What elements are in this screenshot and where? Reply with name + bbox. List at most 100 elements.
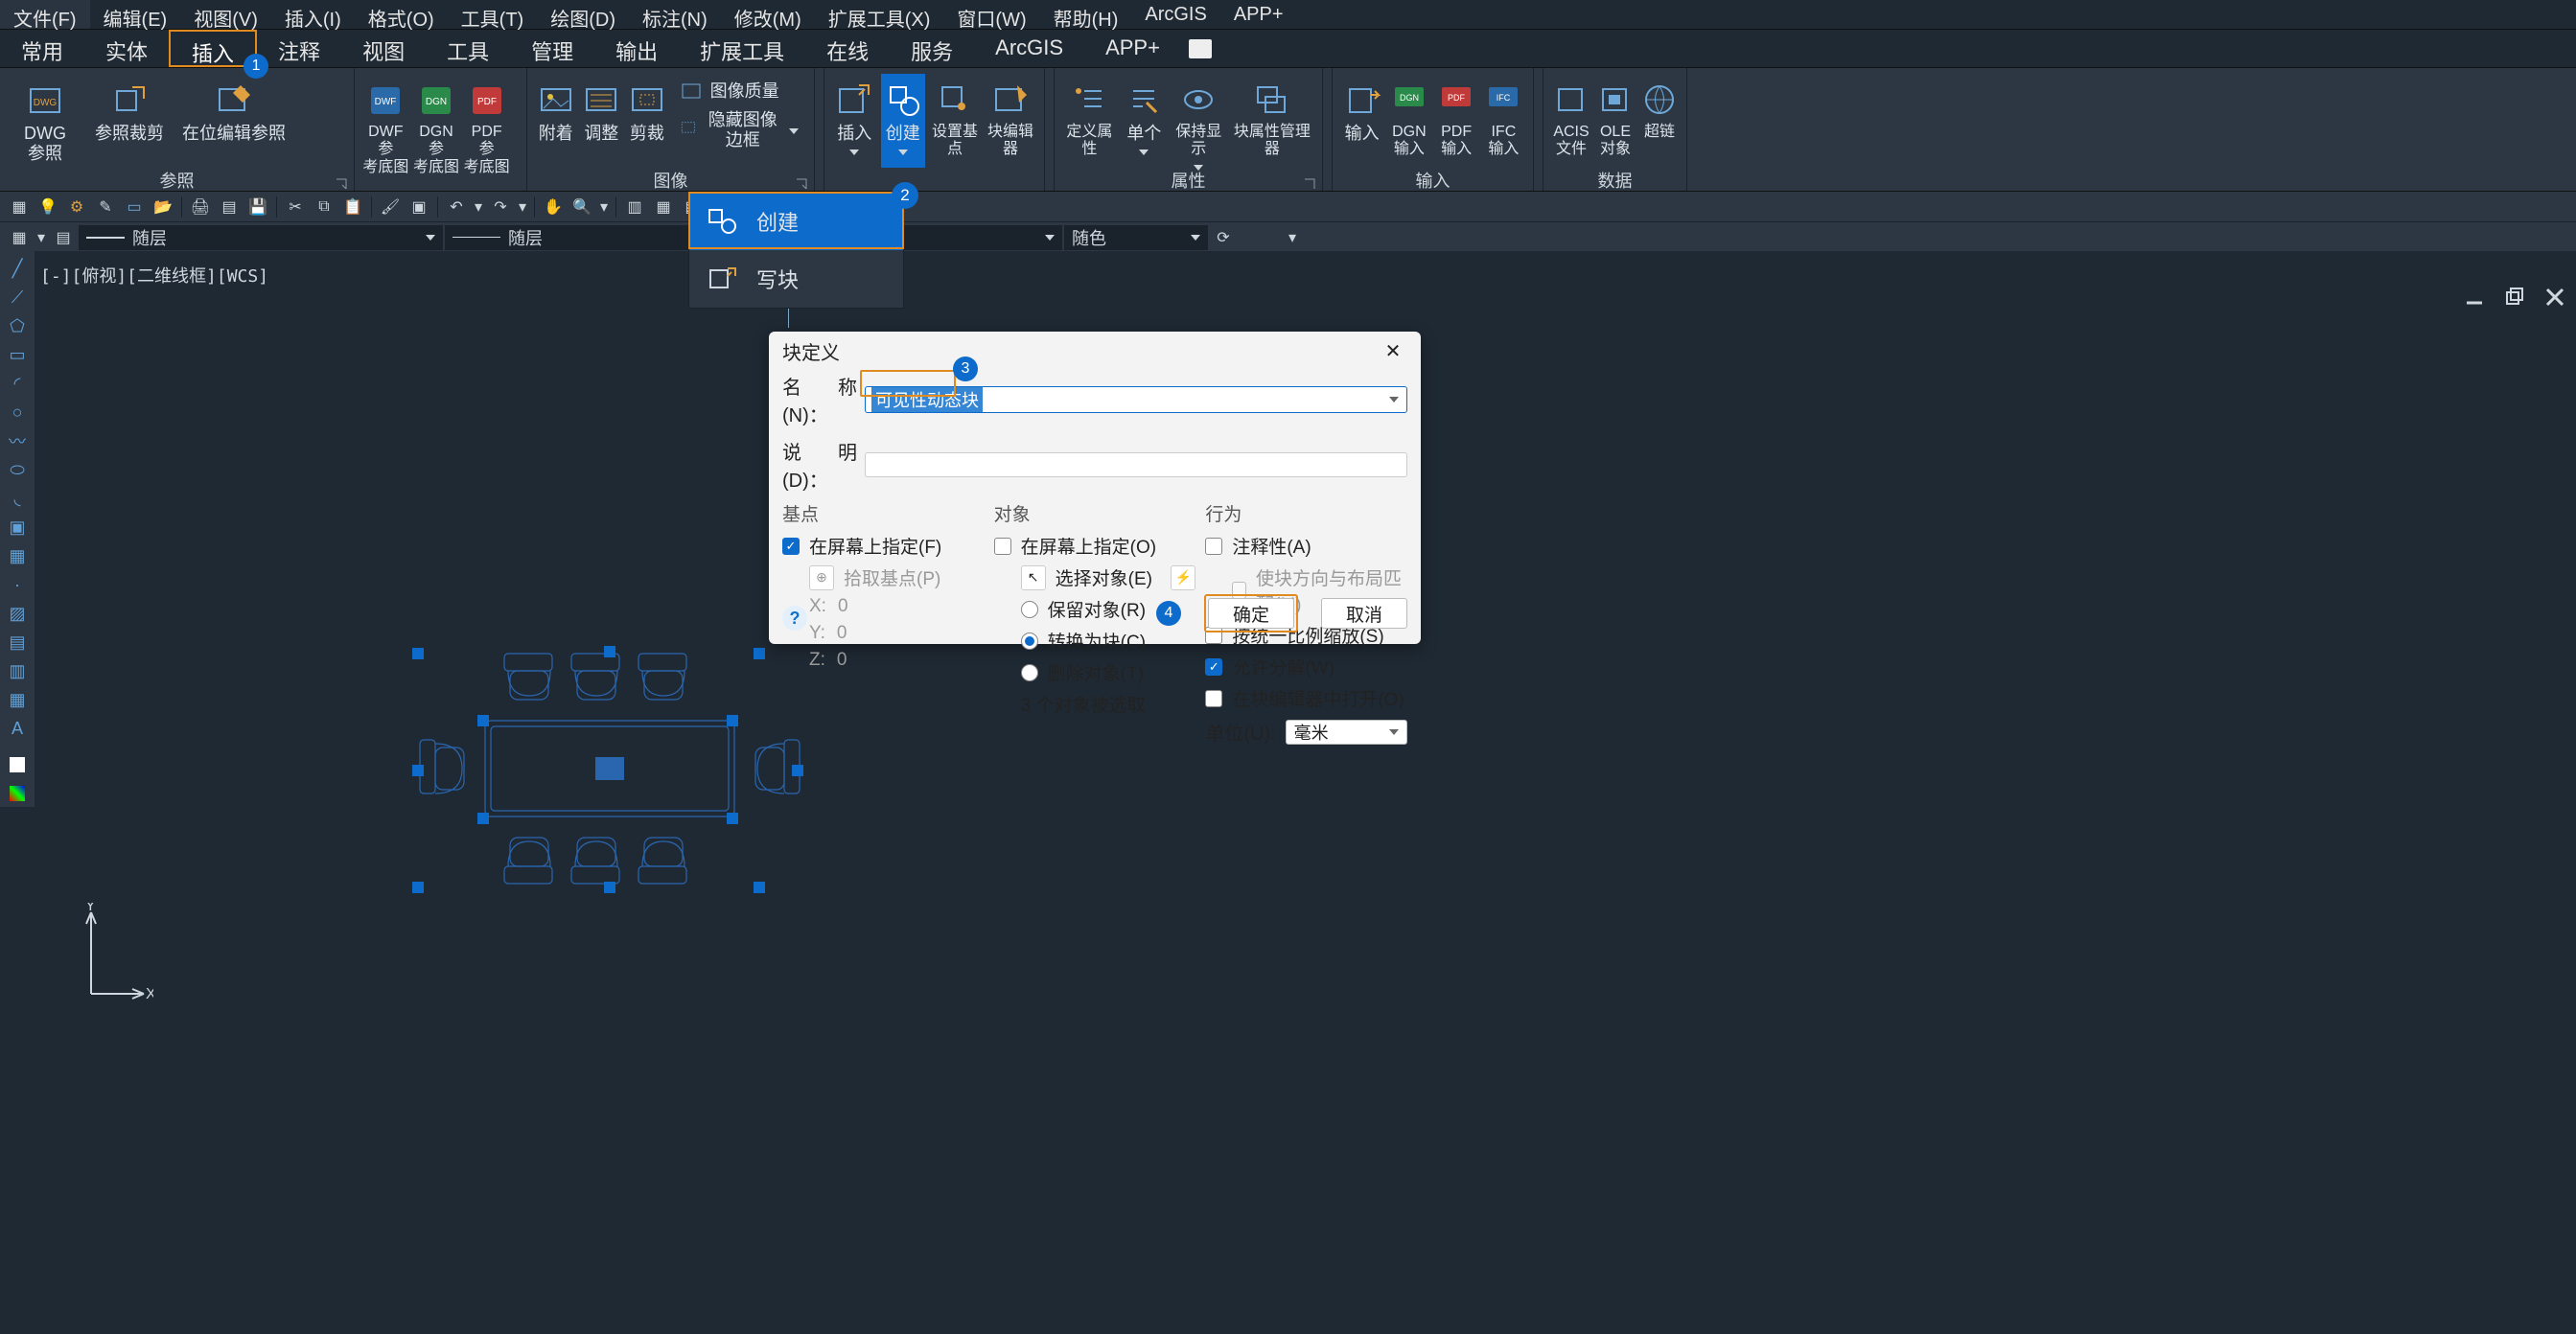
btn-clip-ref[interactable]: 参照裁剪 [86, 74, 173, 168]
qat-undo-caret[interactable]: ▾ [472, 195, 485, 219]
selection-grip[interactable] [727, 813, 738, 824]
help-icon[interactable]: ? [782, 606, 807, 631]
checkbox-allow-explode[interactable] [1205, 658, 1222, 676]
layer-caret[interactable]: ▾ [35, 225, 48, 250]
menu-draw[interactable]: 绘图(D) [537, 0, 629, 29]
dropdown-item-wblock[interactable]: 写块 [689, 250, 903, 308]
layer-ext2-icon[interactable]: ▾ [1279, 225, 1306, 250]
menu-arcgis[interactable]: ArcGIS [1131, 0, 1219, 29]
radio-retain[interactable] [1021, 601, 1038, 618]
tab-home[interactable]: 常用 [0, 30, 84, 67]
tool-swatch1[interactable] [3, 751, 32, 778]
qat-new-icon[interactable]: ▦ [6, 195, 33, 219]
block-name-combo[interactable]: 可见性动态块 [865, 386, 1407, 413]
checkbox-annotative[interactable] [1205, 538, 1222, 555]
tool-insert-icon[interactable]: ▣ [3, 514, 32, 540]
panel-expand-icon[interactable] [335, 175, 348, 189]
menu-help[interactable]: 帮助(H) [1040, 0, 1132, 29]
radio-convert[interactable] [1021, 632, 1038, 650]
menu-window[interactable]: 窗口(W) [943, 0, 1039, 29]
qat-gear-icon[interactable]: ⚙ [63, 195, 90, 219]
selection-grip[interactable] [604, 646, 615, 657]
tab-tools[interactable]: 工具 [426, 30, 510, 67]
btn-acis[interactable]: ACIS 文件 [1551, 74, 1591, 168]
btn-dwf-ref[interactable]: DWFDWF 参 考底图 [362, 74, 409, 168]
viewport-restore-icon[interactable] [2503, 286, 2526, 309]
qat-zoom-icon[interactable]: 🔍 [569, 195, 595, 219]
selection-grip[interactable] [412, 765, 424, 776]
btn-single-attr[interactable]: 单个 [1121, 74, 1168, 168]
tab-ext[interactable]: 扩展工具 [679, 30, 805, 67]
appplus-icon[interactable] [1181, 30, 1219, 67]
qat-match-icon[interactable]: 🖌 [377, 195, 404, 219]
layer-plot-combo[interactable]: 随色 [1064, 225, 1208, 250]
btn-keep-display[interactable]: 保持显示 [1172, 74, 1226, 168]
tool-arc-icon[interactable]: ◜ [3, 370, 32, 397]
tab-output[interactable]: 输出 [594, 30, 679, 67]
block-desc-input[interactable] [865, 452, 1407, 477]
btn-adjust-image[interactable]: 调整 [581, 74, 623, 168]
tool-line-icon[interactable]: ╱ [3, 255, 32, 282]
panel-expand-icon[interactable] [1303, 175, 1316, 189]
qat-paste-icon[interactable]: 📋 [339, 195, 366, 219]
tool-mtext-icon[interactable]: A [3, 715, 32, 742]
tab-insert[interactable]: 插入 1 [169, 30, 257, 67]
panel-expand-icon[interactable] [795, 175, 808, 189]
btn-import[interactable]: 输入 [1340, 74, 1383, 168]
tool-swatch2[interactable] [3, 780, 32, 807]
btn-clip-image[interactable]: 剪裁 [626, 74, 668, 168]
pick-base-button[interactable]: ⊕ [809, 565, 834, 590]
qat-undo-icon[interactable]: ↶ [443, 195, 470, 219]
btn-dgn-import[interactable]: DGNDGN 输入 [1387, 74, 1430, 168]
tool-rect-icon[interactable]: ▭ [3, 341, 32, 368]
dropdown-item-create[interactable]: 创建 [689, 193, 903, 250]
menu-ext[interactable]: 扩展工具(X) [815, 0, 944, 29]
layer-ext1-icon[interactable]: ⟳ [1210, 225, 1237, 250]
qat-layer1-icon[interactable]: ▥ [621, 195, 648, 219]
tool-point-icon[interactable]: · [3, 571, 32, 598]
selection-grip[interactable] [412, 648, 424, 659]
tab-annotate[interactable]: 注释 [257, 30, 341, 67]
menu-modify[interactable]: 修改(M) [721, 0, 815, 29]
btn-ole[interactable]: OLE 对象 [1595, 74, 1636, 168]
tool-polygon-icon[interactable]: ⬠ [3, 312, 32, 339]
btn-hide-frame[interactable]: 隐藏图像边框 [672, 108, 806, 151]
unit-combo[interactable]: 毫米 [1286, 720, 1407, 745]
selection-grip[interactable] [754, 882, 765, 893]
btn-pdf-ref[interactable]: PDFPDF 参 考底图 [463, 74, 510, 168]
layer-grid-icon[interactable]: ▤ [50, 225, 77, 250]
tool-circle-icon[interactable]: ○ [3, 399, 32, 426]
menu-dim[interactable]: 标注(N) [629, 0, 721, 29]
ok-button[interactable]: 确定 [1208, 598, 1294, 629]
btn-insert-block[interactable]: 插入 [832, 74, 877, 168]
menu-appplus[interactable]: APP+ [1220, 0, 1297, 29]
tool-spline-icon[interactable]: 〰 [3, 427, 32, 454]
qat-palette-icon[interactable]: ▭ [121, 195, 148, 219]
tool-ellipse-icon[interactable]: ⬭ [3, 456, 32, 483]
btn-block-editor[interactable]: 块编辑器 [985, 74, 1036, 168]
menu-format[interactable]: 格式(O) [355, 0, 448, 29]
selection-grip[interactable] [792, 765, 803, 776]
tab-solid[interactable]: 实体 [84, 30, 169, 67]
qat-print-icon[interactable]: 🖨 [187, 195, 214, 219]
selected-drawing[interactable] [418, 634, 801, 912]
btn-def-attr[interactable]: 定义属性 [1062, 74, 1117, 168]
checkbox-open-editor[interactable] [1205, 690, 1222, 707]
qat-bulb-icon[interactable]: 💡 [35, 195, 61, 219]
view-status-label[interactable]: [-][俯视][二维线框][WCS] [40, 263, 268, 288]
selection-grip[interactable] [754, 648, 765, 659]
qat-pan-icon[interactable]: ✋ [540, 195, 567, 219]
qat-block-icon[interactable]: ▣ [406, 195, 432, 219]
tab-appplus[interactable]: APP+ [1084, 30, 1181, 67]
btn-image-quality[interactable]: 图像质量 [672, 78, 806, 104]
btn-edit-ref[interactable]: 在位编辑参照 [176, 74, 291, 168]
viewport-close-icon[interactable] [2543, 286, 2566, 309]
qat-preview-icon[interactable]: ▤ [216, 195, 243, 219]
btn-set-base[interactable]: 设置基点 [929, 74, 981, 168]
selection-grip[interactable] [727, 715, 738, 726]
tool-block-icon[interactable]: ▦ [3, 542, 32, 569]
qat-redo-icon[interactable]: ↷ [487, 195, 514, 219]
checkbox-onscreen-obj[interactable] [994, 538, 1011, 555]
tab-manage[interactable]: 管理 [510, 30, 594, 67]
selection-grip[interactable] [412, 882, 424, 893]
